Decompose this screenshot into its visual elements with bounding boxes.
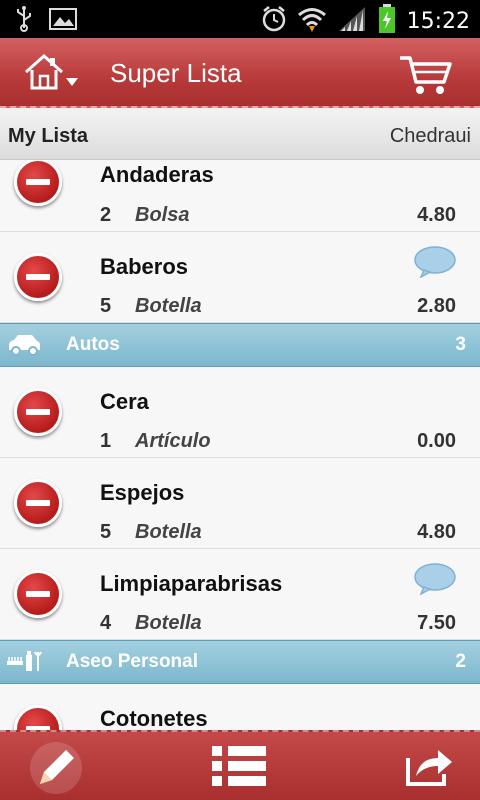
cart-button[interactable] [398,52,454,101]
remove-item-button[interactable] [14,253,62,301]
home-menu-button[interactable] [22,52,84,97]
item-unit: Botella [135,612,202,634]
remove-item-button[interactable] [14,479,62,527]
list-item[interactable]: Andaderas 2 Bolsa 4.80 [0,160,480,232]
app-header: Super Lista [0,38,480,108]
battery-icon [377,4,397,39]
category-name: Aseo Personal [66,651,198,672]
item-price: 2.80 [417,295,456,317]
share-button[interactable] [404,744,454,793]
toiletries-icon [6,649,46,680]
remove-item-button[interactable] [14,705,62,730]
item-price: 4.80 [417,204,456,226]
item-unit: Botella [135,295,202,317]
item-unit: Bolsa [135,204,190,226]
item-quantity: 5 [100,521,112,543]
item-unit: Artículo [135,430,211,452]
gallery-icon [48,6,78,37]
alarm-icon [261,5,287,38]
item-quantity: 5 [100,295,112,317]
status-bar: 15:22 [0,0,480,38]
list-subheader: My Lista Chedraui [0,112,480,160]
item-price: 4.80 [417,521,456,543]
remove-item-button[interactable] [14,388,62,436]
list-name: My Lista [8,125,89,147]
comment-icon[interactable] [414,563,456,595]
car-icon [6,332,42,363]
comment-icon[interactable] [414,246,456,278]
usb-icon [14,6,34,37]
remove-item-button[interactable] [14,160,62,206]
item-unit: Botella [135,521,202,543]
item-name: Limpiaparabrisas [100,571,283,596]
item-quantity: 4 [100,612,112,634]
item-quantity: 2 [100,204,112,226]
category-header-autos[interactable]: Autos 3 [0,323,480,367]
item-name: Baberos [100,254,189,279]
bottom-toolbar [0,730,480,800]
list-view-button[interactable] [210,744,268,793]
remove-item-button[interactable] [14,570,62,618]
list-icon [212,746,266,786]
category-count: 2 [455,651,466,672]
pencil-icon [30,742,82,794]
store-name[interactable]: Chedraui [390,125,471,148]
list-item[interactable]: Cera 1 Artículo 0.00 [0,367,480,458]
shopping-list: Andaderas 2 Bolsa 4.80 Baberos 5 Botella… [0,160,480,730]
item-price: 7.50 [417,612,456,634]
signal-icon [337,5,367,38]
list-item[interactable]: Baberos 5 Botella 2.80 [0,232,480,323]
share-icon [406,750,452,786]
edit-button[interactable] [28,740,84,800]
item-name: Andaderas [100,162,214,187]
item-name: Espejos [100,480,185,505]
app-title: Super Lista [110,58,242,88]
item-price: 0.00 [417,430,456,452]
category-header-aseo-personal[interactable]: Aseo Personal 2 [0,640,480,684]
wifi-icon [297,6,327,37]
list-item[interactable]: Espejos 5 Botella 4.80 [0,458,480,549]
item-name: Cera [100,389,149,414]
category-count: 3 [455,334,466,355]
list-item[interactable]: Cotonetes [0,684,480,730]
status-time: 15:22 [406,9,470,34]
list-item[interactable]: Limpiaparabrisas 4 Botella 7.50 [0,549,480,640]
item-quantity: 1 [100,430,112,452]
category-name: Autos [66,334,120,355]
item-name: Cotonetes [100,706,208,730]
